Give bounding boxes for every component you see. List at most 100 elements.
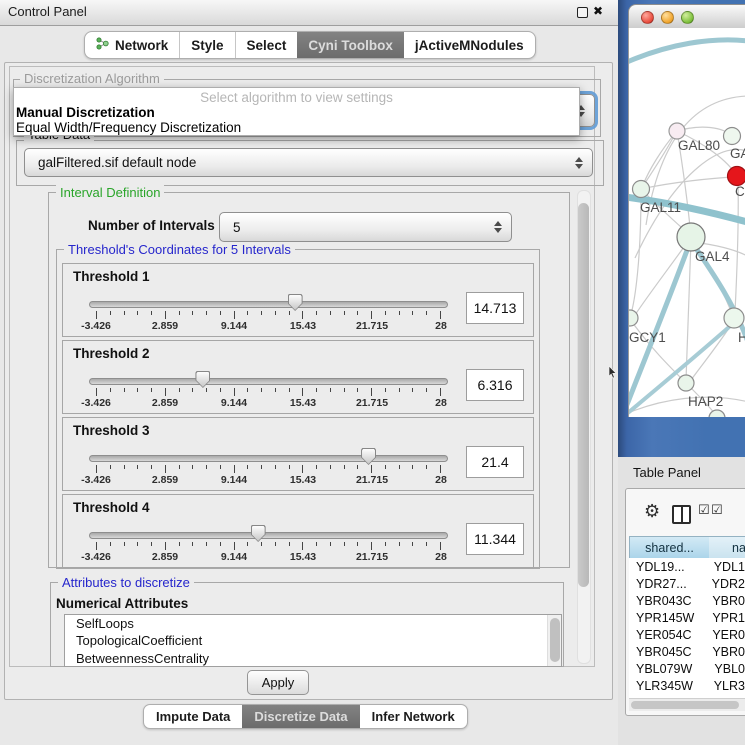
number-of-intervals-combobox[interactable]: 5 [219,212,512,242]
checkbox-icon[interactable]: ☑ [711,503,723,518]
float-window-icon[interactable] [577,7,588,18]
slider-thumb[interactable] [251,525,266,542]
table-row[interactable]: YDL19...YDL1 [629,558,745,575]
network-edge[interactable] [629,40,745,62]
slider-ticks [96,542,441,551]
network-node[interactable] [633,181,650,198]
cell-name[interactable]: YDL1 [710,560,745,574]
cell-shared-name[interactable]: YPR145W [629,611,708,625]
close-traffic-light[interactable] [641,11,654,24]
number-of-intervals-label: Number of Intervals [88,218,215,233]
apply-button[interactable]: Apply [247,670,309,695]
cell-shared-name[interactable]: YBR045C [629,645,708,659]
slider-thumb[interactable] [361,448,376,465]
slider-scale-label: 28 [435,551,447,563]
zoom-traffic-light[interactable] [681,11,694,24]
minimize-traffic-light[interactable] [661,11,674,24]
threshold-value[interactable]: 11.344 [466,523,524,555]
cell-name[interactable]: YPR1 [708,611,745,625]
slider-scale-label: 28 [435,474,447,486]
table-row[interactable]: YDR27...YDR2 [629,575,745,592]
network-edge[interactable] [635,240,689,315]
threshold-slider[interactable]: -3.4262.8599.14415.4321.71528 [89,495,448,567]
close-icon[interactable]: ✖ [593,4,603,18]
threshold-value[interactable]: 14.713 [466,292,524,324]
network-node[interactable] [678,375,694,391]
numerical-attributes-list[interactable]: SelfLoops TopologicalCoefficient Between… [64,614,562,667]
tab-network[interactable]: Network [85,32,179,58]
threshold-slider[interactable]: -3.4262.8599.14415.4321.71528 [89,418,448,490]
network-edge[interactable] [641,134,675,189]
list-item[interactable]: SelfLoops [65,615,561,632]
cell-shared-name[interactable]: YER054C [629,628,708,642]
gear-icon[interactable]: ⚙ [644,501,660,522]
slider-scale-label: 2.859 [152,397,178,409]
pane-scrollbar-thumb[interactable] [578,203,589,587]
cell-shared-name[interactable]: YDR27... [629,577,708,591]
network-node[interactable] [709,410,725,417]
table-row[interactable]: YER054CYER0 [629,626,745,643]
list-item[interactable]: BetweennessCentrality [65,650,561,667]
slider-scale-label: 21.715 [356,397,388,409]
slider-track[interactable] [89,532,448,539]
table-data-combobox[interactable]: galFiltered.sif default node [24,148,593,177]
list-item[interactable]: TopologicalCoefficient [65,632,561,649]
dropdown-option-equal-width[interactable]: Equal Width/Frequency Discretization [14,120,579,135]
tab-cyni-toolbox[interactable]: Cyni Toolbox [297,32,404,58]
combo-stepper-icon [575,157,583,169]
tab-impute-data[interactable]: Impute Data [144,705,242,728]
cell-name[interactable]: YBL0 [710,662,745,676]
table-row[interactable]: YLR345WYLR3 [629,677,745,694]
cell-shared-name[interactable]: YBR043C [629,594,708,608]
checkbox-icon[interactable]: ☑ [698,503,710,518]
threshold-slider[interactable]: -3.4262.8599.14415.4321.71528 [89,341,448,413]
tab-jactivemnodules[interactable]: jActiveMNodules [404,32,535,58]
network-node[interactable] [677,223,705,251]
column-header-name[interactable]: na [709,536,745,559]
table-row[interactable]: YPR145WYPR1 [629,609,745,626]
list-scrollbar[interactable] [547,615,561,666]
network-node-label: GAL4 [695,249,730,264]
network-window-titlebar[interactable] [628,4,745,30]
tab-discretize-data[interactable]: Discretize Data [242,705,359,728]
panel-title: Control Panel [8,4,87,19]
network-node[interactable] [728,167,745,186]
slider-track[interactable] [89,455,448,462]
top-tab-bar: Network Style Select Cyni Toolbox jActiv… [84,31,536,59]
cell-name[interactable]: YBR0 [708,594,745,608]
thresholds-group-title: Threshold's Coordinates for 5 Intervals [64,242,295,257]
column-header-shared-name[interactable]: shared... [629,536,710,559]
tab-style[interactable]: Style [179,32,234,58]
slider-thumb[interactable] [288,294,303,311]
slider-scale-label: 2.859 [152,551,178,563]
network-view-canvas[interactable]: GAL80GACGAL11GAL4GCY1HHAP2 [628,28,745,417]
slider-scale-label: -3.426 [81,397,111,409]
slider-thumb[interactable] [195,371,210,388]
cell-shared-name[interactable]: YBL079W [629,662,710,676]
network-node[interactable] [669,123,685,139]
dropdown-option-manual[interactable]: Manual Discretization [14,105,579,120]
table-hscrollbar[interactable] [629,698,745,711]
threshold-row: Threshold 3 -3.4262.8599.14415.4321.7152… [62,417,534,491]
tab-infer-network[interactable]: Infer Network [360,705,467,728]
slider-track[interactable] [89,378,448,385]
cell-name[interactable]: YER0 [708,628,745,642]
cell-name[interactable]: YBR0 [708,645,745,659]
network-node-label: GAL80 [678,138,720,153]
table-row[interactable]: YBR045CYBR0 [629,643,745,660]
cell-shared-name[interactable]: YLR345W [629,679,710,693]
slider-track[interactable] [89,301,448,308]
network-node[interactable] [724,308,744,328]
split-columns-icon[interactable] [672,505,691,524]
network-node[interactable] [724,128,741,145]
cell-name[interactable]: YLR3 [710,679,745,693]
threshold-value[interactable]: 21.4 [466,446,524,478]
threshold-value[interactable]: 6.316 [466,369,524,401]
table-row[interactable]: YBR043CYBR0 [629,592,745,609]
table-row[interactable]: YBL079WYBL0 [629,660,745,677]
cell-shared-name[interactable]: YDL19... [629,560,710,574]
cell-name[interactable]: YDR2 [708,577,745,591]
network-edge[interactable] [735,180,738,312]
threshold-slider[interactable]: -3.4262.8599.14415.4321.71528 [89,264,448,336]
tab-select[interactable]: Select [235,32,298,58]
